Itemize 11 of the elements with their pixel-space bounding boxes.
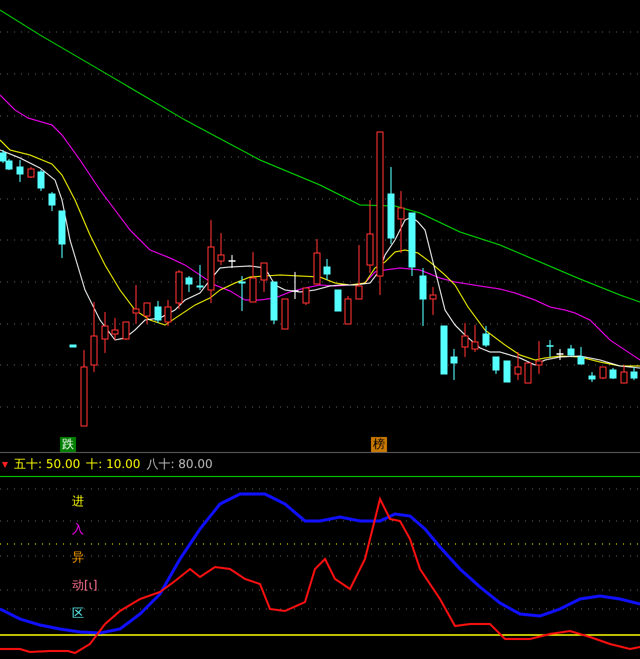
signal-badge: 榜 [371, 437, 387, 452]
legend-value: 五十: 50.00 [14, 456, 80, 473]
indicator-label: 异 [72, 549, 85, 565]
legend-value: 八十: 80.00 [146, 456, 213, 473]
indicator-label: 动[ι] [72, 577, 98, 593]
indicator-label: 入 [72, 521, 85, 537]
legend-value: 十: 10.00 [86, 456, 140, 473]
indicator-label: 进 [72, 493, 85, 509]
indicator-label: 区 [72, 605, 85, 621]
signal-badge: 跌 [60, 437, 76, 452]
triangle-icon [2, 462, 8, 468]
